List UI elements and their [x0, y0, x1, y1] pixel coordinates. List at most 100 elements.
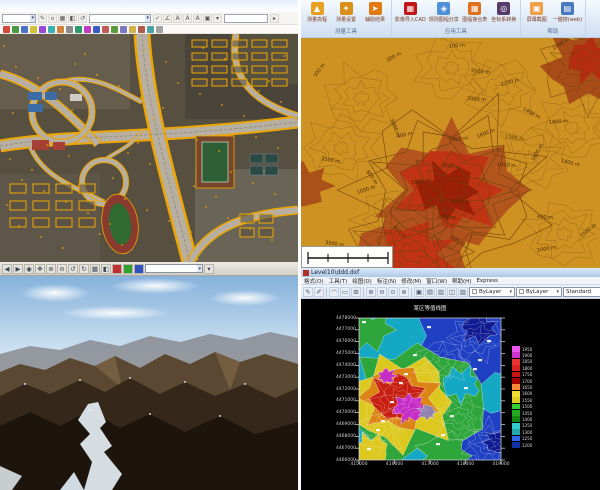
cad-tool-icon[interactable]: ✎ — [303, 287, 313, 297]
terrain-tool-icon[interactable]: ◧ — [101, 264, 111, 274]
terrain-tool-icon[interactable]: ▦ — [90, 264, 100, 274]
cad-menubar: 格式(O) 工具(T) 绘图(D) 标注(N) 修改(M) 窗口(W) 帮助(H) Expre… — [301, 277, 600, 285]
cad-property-combo[interactable]: ByLayer▾ — [469, 287, 515, 297]
cad-tool-icon[interactable]: ✐ — [314, 287, 324, 297]
contour-map-viewport[interactable]: 100 m1000 m200 m5500 m2200 m300 m2000 m1… — [301, 38, 600, 268]
palette-icon[interactable] — [48, 26, 55, 33]
toolbar-icon[interactable]: A — [183, 14, 192, 23]
ribbon-group-2: ▦影像导入CAD◈规则图幅分享▦图幅接合表◎坐标系转换应用工具 — [392, 0, 521, 37]
menu-item[interactable]: Express — [476, 278, 497, 284]
terrain-mode-combo[interactable]: ▾ — [145, 264, 203, 273]
cad-tool-icon[interactable]: ▣ — [414, 287, 424, 297]
toolbar-icon[interactable]: ▫ — [48, 14, 57, 23]
toolbar-icon[interactable]: ∠ — [163, 14, 172, 23]
palette-icon[interactable] — [66, 26, 73, 33]
cad-property-combo[interactable]: ByLayer▾ — [516, 287, 562, 297]
chevron-down-icon: ▾ — [145, 15, 150, 22]
combo-value: ByLayer — [526, 289, 548, 295]
cad-tool-icon[interactable]: ⊞ — [351, 287, 361, 297]
terrain-tool-icon[interactable]: ▶ — [13, 264, 23, 274]
cad-import-icon: ▦ — [404, 2, 417, 15]
cad-tool-icon[interactable]: ⊙ — [388, 287, 398, 297]
legend-label: 1700 — [522, 379, 532, 384]
ribbon-button[interactable]: ▲测量高程 — [304, 1, 330, 26]
terrain-tool-icon[interactable]: ✥ — [35, 264, 45, 274]
legend-swatch — [512, 436, 520, 442]
palette-icon[interactable] — [57, 26, 64, 33]
layer-combo[interactable]: ▾ — [2, 14, 36, 23]
menu-item[interactable]: 窗口(W) — [426, 277, 447, 285]
plot-title: 某区等值线图 — [359, 304, 501, 312]
y-axis-tick-label: 4472000 — [334, 387, 356, 392]
terrain-tool-icon[interactable]: ◀ — [2, 264, 12, 274]
toolbar-icon[interactable]: ↺ — [78, 14, 87, 23]
cad-tool-icon[interactable]: ◫ — [447, 287, 457, 297]
palette-icon[interactable] — [156, 26, 163, 33]
x-axis-tick-label: 416000 — [383, 462, 407, 467]
palette-icon[interactable] — [84, 26, 91, 33]
palette-icon[interactable] — [147, 26, 154, 33]
palette-icon[interactable] — [75, 26, 82, 33]
cad-tool-icon[interactable]: ⊛ — [399, 287, 409, 297]
toolbar-icon[interactable]: A — [193, 14, 202, 23]
terrain-tool-icon[interactable]: ◉ — [24, 264, 34, 274]
palette-icon[interactable] — [129, 26, 136, 33]
go-button[interactable]: ▸ — [270, 14, 279, 23]
palette-icon[interactable] — [3, 26, 10, 33]
menu-item[interactable]: 帮助(H) — [452, 277, 471, 285]
cad-tool-icon[interactable]: ▭ — [340, 287, 350, 297]
terrain-tool-icon[interactable]: ⊕ — [46, 264, 56, 274]
palette-icon[interactable] — [93, 26, 100, 33]
search-input[interactable] — [224, 14, 268, 23]
cad-tool-icon[interactable]: ▥ — [436, 287, 446, 297]
ribbon-button[interactable]: ✦测量设置 — [333, 1, 359, 26]
satellite-map-viewport[interactable] — [0, 34, 298, 262]
cad-tool-icon[interactable]: ⊖ — [377, 287, 387, 297]
menu-item[interactable]: 工具(T) — [329, 277, 348, 285]
terrain-viewport[interactable] — [0, 276, 298, 490]
ribbon-button[interactable]: ➤辅助结果 — [362, 1, 388, 26]
menu-item[interactable]: 标注(N) — [377, 277, 396, 285]
toolbar-icon[interactable]: ✎ — [38, 14, 47, 23]
menu-item[interactable]: 格式(O) — [304, 277, 324, 285]
palette-icon[interactable] — [12, 26, 19, 33]
ribbon-button[interactable]: ▦影像导入CAD — [395, 1, 426, 26]
ribbon-button[interactable]: ▦图幅接合表 — [462, 1, 488, 26]
cad-tool-icon[interactable]: ⊕ — [366, 287, 376, 297]
ribbon-button[interactable]: ▤一键搜(web) — [553, 1, 582, 26]
palette-icon[interactable] — [21, 26, 28, 33]
palette-icon[interactable] — [39, 26, 46, 33]
toolbar-icon[interactable]: A — [173, 14, 182, 23]
cad-tool-icon[interactable]: ▨ — [458, 287, 468, 297]
y-axis-tick-label: 4475000 — [334, 351, 356, 356]
legend-swatch — [512, 359, 520, 365]
toolbar-icon[interactable]: ✓ — [153, 14, 162, 23]
palette-icon[interactable] — [138, 26, 145, 33]
terrain-apply-button[interactable]: ▾ — [204, 264, 214, 274]
ribbon-button[interactable]: ◈规则图幅分享 — [429, 1, 459, 26]
terrain-tool-icon[interactable]: ↺ — [68, 264, 78, 274]
toolbar-icon[interactable]: ▾ — [213, 14, 222, 23]
cad-property-combo[interactable]: Standard▾ — [563, 287, 600, 297]
palette-icon[interactable] — [30, 26, 37, 33]
palette-icon[interactable] — [120, 26, 127, 33]
cad-tool-icon[interactable]: ▤ — [425, 287, 435, 297]
ribbon-button[interactable]: ◎坐标系转换 — [491, 1, 517, 26]
render-layer-icon[interactable] — [112, 264, 122, 274]
render-layer-icon[interactable] — [134, 264, 144, 274]
toolbar-icon[interactable]: ▣ — [203, 14, 212, 23]
chevron-down-icon: ▾ — [509, 289, 512, 295]
cad-tool-icon[interactable]: ◠ — [329, 287, 339, 297]
menu-item[interactable]: 绘图(D) — [352, 277, 372, 285]
toolbar-icon[interactable]: ▦ — [58, 14, 67, 23]
render-layer-icon[interactable] — [123, 264, 133, 274]
ribbon-button[interactable]: ▣屏幕截图 — [524, 1, 550, 26]
y-axis-tick-label: 4476000 — [334, 339, 356, 344]
terrain-tool-icon[interactable]: ↻ — [79, 264, 89, 274]
menu-item[interactable]: 修改(M) — [401, 277, 421, 285]
toolbar-icon[interactable]: ◧ — [68, 14, 77, 23]
palette-icon[interactable] — [111, 26, 118, 33]
style-combo[interactable]: ▾ — [89, 14, 151, 23]
palette-icon[interactable] — [102, 26, 109, 33]
terrain-tool-icon[interactable]: ⊖ — [57, 264, 67, 274]
